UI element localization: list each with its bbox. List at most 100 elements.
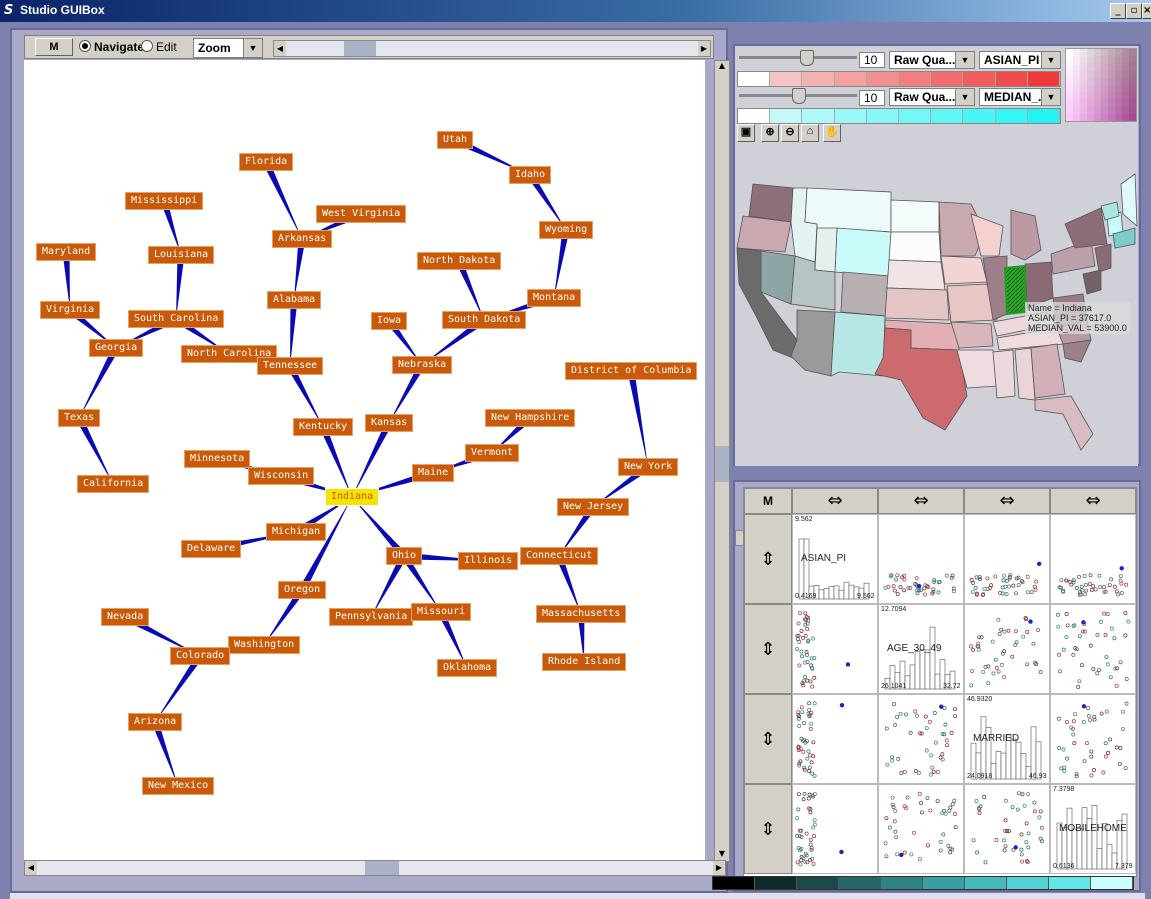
ramp-swatch[interactable]	[923, 877, 965, 889]
spm-column-handle[interactable]: ⇔	[964, 488, 1050, 514]
graph-node[interactable]: Mississippi	[125, 192, 204, 210]
graph-node[interactable]: District of Columbia	[565, 362, 698, 380]
spm-column-handle[interactable]: ⇔	[878, 488, 964, 514]
ramp-swatch[interactable]	[755, 877, 797, 889]
bins-field-2[interactable]: 10	[859, 90, 885, 106]
spm-plot[interactable]	[879, 695, 963, 783]
scroll-up-icon[interactable]: ▲	[715, 61, 729, 73]
map-state[interactable]	[840, 271, 890, 317]
ramp-swatch[interactable]	[802, 72, 835, 86]
graph-node[interactable]: Montana	[527, 289, 582, 307]
scroll-left-icon[interactable]: ◀	[274, 41, 286, 56]
pan-icon[interactable]: ✋	[823, 124, 841, 142]
graph-node[interactable]: Texas	[58, 409, 101, 427]
map-state[interactable]	[1030, 343, 1066, 399]
spm-plot[interactable]	[965, 515, 1049, 603]
graph-node[interactable]: Alabama	[267, 291, 322, 309]
spm-cell[interactable]	[964, 784, 1050, 874]
graph-node[interactable]: New Mexico	[142, 777, 215, 795]
map-state[interactable]	[890, 199, 940, 233]
graph-node[interactable]: Georgia	[89, 339, 144, 357]
map-state[interactable]	[830, 311, 886, 377]
graph-node[interactable]: Wisconsin	[248, 467, 315, 485]
spm-row-handle[interactable]: ⇕	[744, 604, 792, 694]
spm-plot[interactable]	[793, 695, 877, 783]
spm-column-handle[interactable]: ⇔	[1050, 488, 1136, 514]
bottom-color-ramp[interactable]	[712, 876, 1134, 890]
graph-node[interactable]: Vermont	[465, 444, 520, 462]
graph-node[interactable]: Washington	[228, 636, 301, 654]
zoom-in-icon[interactable]: ⊕	[761, 124, 779, 142]
graph-node[interactable]: Michigan	[266, 523, 327, 541]
map-state[interactable]	[1120, 173, 1138, 227]
ramp-swatch[interactable]	[834, 72, 867, 86]
graph-node[interactable]: Utah	[437, 131, 474, 149]
ramp-swatch[interactable]	[866, 72, 900, 86]
graph-node[interactable]: Iowa	[371, 312, 408, 330]
graph-node[interactable]: West Virginia	[316, 205, 407, 223]
graph-node[interactable]: South Carolina	[128, 310, 225, 328]
map-state[interactable]	[940, 255, 988, 285]
ramp-swatch[interactable]	[965, 877, 1007, 889]
graph-node[interactable]: Connecticut	[520, 547, 599, 565]
map-state[interactable]	[814, 227, 838, 273]
select-icon[interactable]: ▣	[737, 124, 755, 142]
ramp-swatch[interactable]	[866, 109, 900, 123]
graph-node[interactable]: Ohio	[386, 547, 423, 565]
graph-node[interactable]: Florida	[239, 153, 294, 171]
map-selected-state[interactable]	[1003, 264, 1026, 316]
spm-cell[interactable]	[1050, 604, 1136, 694]
bivariate-legend[interactable]	[1065, 48, 1137, 122]
vertical-scrollbar[interactable]: ▲ ▼	[714, 60, 730, 862]
variable-combo-2[interactable]: MEDIAN_... ▼	[979, 88, 1061, 106]
us-map-view[interactable]: Name = Indiana ASIAN_PI = 37617.0 MEDIAN…	[735, 144, 1138, 466]
minimize-button[interactable]: _	[1110, 3, 1126, 19]
map-state[interactable]	[736, 215, 792, 253]
spm-plot[interactable]	[965, 605, 1049, 693]
map-state[interactable]	[884, 287, 950, 321]
graph-node[interactable]: Minnesota	[184, 450, 251, 468]
ramp-swatch[interactable]	[899, 109, 932, 123]
graph-node[interactable]: Tennessee	[257, 357, 324, 375]
m-menu-button[interactable]: M	[35, 38, 73, 56]
graph-node[interactable]: North Dakota	[417, 252, 502, 270]
spm-row-handle[interactable]: ⇕	[744, 514, 792, 604]
bins-field-1[interactable]: 10	[859, 52, 885, 68]
map-state[interactable]	[760, 250, 796, 305]
variable-combo-1[interactable]: ASIAN_PI ▼	[979, 51, 1061, 69]
map-state[interactable]	[888, 231, 942, 263]
map-state[interactable]	[886, 259, 946, 291]
spm-cell[interactable]: MOBILEHOME 7.3798 0.6136 7.379	[1050, 784, 1136, 874]
spm-cell[interactable]	[792, 784, 878, 874]
spm-cell[interactable]	[878, 514, 964, 604]
graph-node[interactable]: California	[77, 475, 150, 493]
scatterplot-matrix[interactable]: M ⇔ ⇕ ⇔ ⇕ ⇔ ⇕ ⇔ ⇕ ASIAN_PI 9.562 0.4169 9.562 AGE_30…	[743, 487, 1137, 877]
spm-plot[interactable]	[793, 605, 877, 693]
graph-node[interactable]: Nevada	[101, 608, 150, 626]
spm-row-handle[interactable]: ⇕	[744, 694, 792, 784]
classification-combo-1[interactable]: Raw Qua... ▼	[889, 51, 975, 69]
ramp-swatch[interactable]	[770, 72, 803, 86]
spm-cell[interactable]: AGE_30_49 12.7094 26.1041 32.72	[878, 604, 964, 694]
map-state[interactable]	[1062, 339, 1092, 363]
ramp-swatch[interactable]	[963, 109, 996, 123]
ramp-swatch[interactable]	[931, 109, 964, 123]
map-state[interactable]	[748, 183, 794, 223]
hscroll-thumb[interactable]	[365, 861, 399, 875]
slider-knob-2[interactable]	[791, 88, 806, 104]
graph-node[interactable]: Delaware	[181, 540, 242, 558]
spm-cell[interactable]	[964, 604, 1050, 694]
spm-plot[interactable]	[879, 785, 963, 873]
graph-node[interactable]: Kansas	[365, 414, 414, 432]
close-button[interactable]: ×	[1142, 3, 1151, 19]
ramp-swatch[interactable]	[995, 109, 1028, 123]
ramp-swatch[interactable]	[1091, 877, 1133, 889]
color-ramp-1[interactable]	[737, 71, 1061, 87]
spm-cell[interactable]	[964, 514, 1050, 604]
graph-node[interactable]: Indiana	[325, 488, 380, 506]
graph-node[interactable]: Virginia	[40, 301, 101, 319]
graph-node[interactable]: Oregon	[278, 581, 327, 599]
graph-node[interactable]: Rhode Island	[542, 653, 627, 671]
spm-cell[interactable]	[878, 784, 964, 874]
scroll-right-icon[interactable]: ▶	[698, 41, 710, 56]
